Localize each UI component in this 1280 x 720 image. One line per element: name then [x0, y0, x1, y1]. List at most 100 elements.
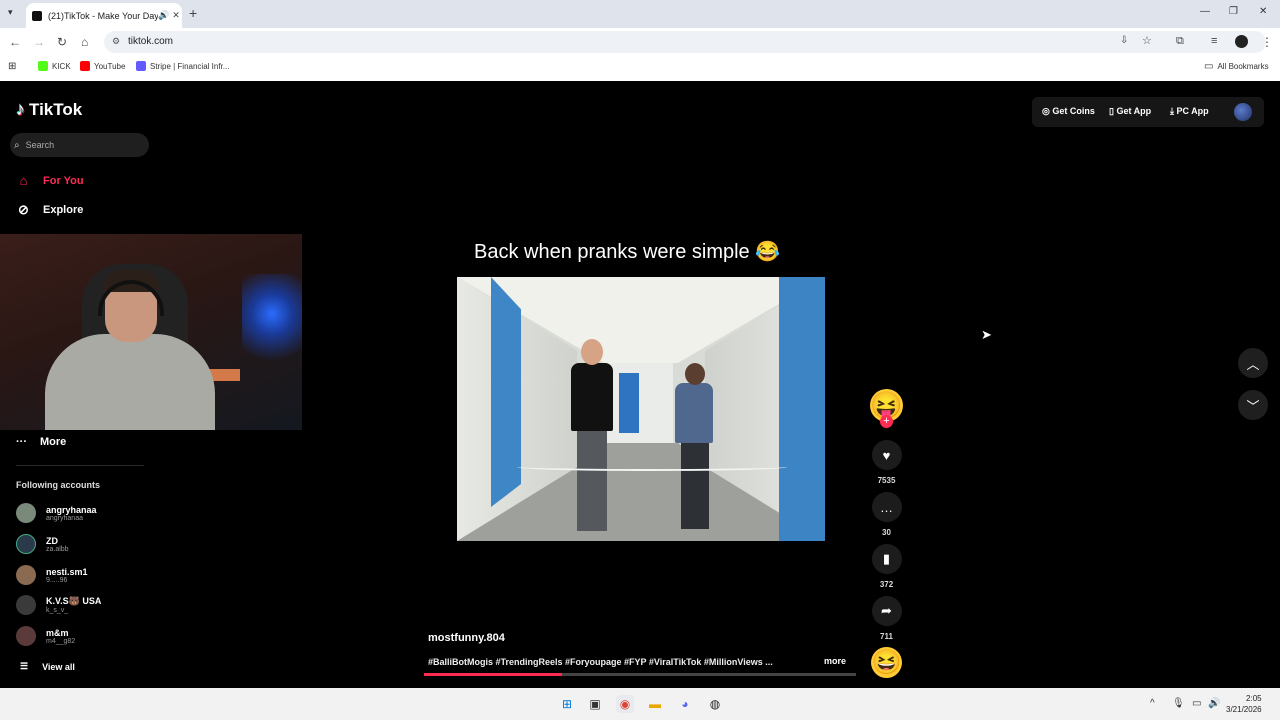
account-name: m&m — [46, 627, 69, 638]
network-icon[interactable]: ▭ — [1192, 698, 1201, 709]
search-icon: ⌕ — [14, 139, 20, 151]
account-username: 9.....96 — [46, 576, 68, 584]
video-caption: Back when pranks were simple 😂 — [474, 241, 781, 263]
account-name: ZD — [46, 535, 58, 546]
bookmark-star-icon[interactable]: ☆ — [1142, 34, 1152, 47]
following-item[interactable]: nesti.sm1 9.....96 — [16, 565, 88, 585]
video-author[interactable]: mostfunny.804 — [428, 632, 505, 644]
following-item[interactable]: m&m m4__g82 — [16, 626, 75, 646]
extensions-icon[interactable]: ⧉ — [1176, 35, 1184, 48]
comment-icon[interactable]: … — [871, 492, 902, 522]
sidebar-divider — [16, 465, 144, 466]
account-username: k_s_v_ — [46, 607, 69, 614]
save-count: 372 — [879, 580, 894, 589]
avatar — [16, 503, 36, 523]
account-username: za.albb — [46, 545, 69, 553]
nav-label: For You — [43, 174, 84, 187]
nav-for-you[interactable]: ⌂ For You — [16, 173, 84, 188]
save-action[interactable]: ▮ 372 — [870, 544, 903, 589]
url-text: tiktok.com — [128, 36, 174, 47]
discord-icon[interactable]: ◕ — [676, 695, 694, 713]
share-count: 711 — [880, 632, 893, 641]
logo-text: TikTok — [29, 99, 83, 119]
more-label: More — [40, 436, 67, 448]
nav-explore[interactable]: ⊘ Explore — [16, 202, 83, 218]
avatar — [16, 565, 36, 585]
browser-menu-icon[interactable]: ⋮ — [1261, 35, 1273, 49]
site-info-icon[interactable]: ⚙ — [112, 36, 120, 47]
obs-icon[interactable]: ◍ — [706, 695, 724, 713]
avatar — [16, 595, 36, 615]
task-view-icon[interactable]: ▣ — [586, 695, 604, 713]
tab-title: (21)TikTok - Make Your Day — [48, 10, 158, 21]
user-avatar[interactable] — [1234, 103, 1252, 121]
volume-icon[interactable]: 🔊 — [1208, 698, 1220, 709]
streamer-body — [45, 334, 215, 430]
tiktok-favicon-icon — [32, 10, 42, 21]
windows-start-icon[interactable]: ⊞ — [558, 695, 576, 713]
search-input[interactable]: ⌕ Search — [10, 133, 149, 157]
bookmark-label: Stripe | Financial Infr... — [150, 61, 230, 71]
tab-tiktok[interactable]: (21)TikTok - Make Your Day 🔊 ✕ — [26, 3, 182, 28]
install-app-icon[interactable]: ⇩ — [1120, 35, 1128, 46]
home-button[interactable]: ⌂ — [81, 35, 88, 49]
comment-action[interactable]: … 30 — [870, 492, 903, 537]
description-more-button[interactable]: more — [824, 656, 846, 666]
forward-button[interactable]: → — [33, 35, 45, 49]
following-item[interactable]: angryhanaa angryhanaa — [16, 503, 97, 523]
webcam-overlay — [0, 234, 302, 430]
system-clock[interactable]: 2:05 3/21/2026 — [1226, 693, 1262, 715]
nav-more[interactable]: ··· More — [16, 436, 66, 448]
apps-grid-icon[interactable]: ⊞ — [8, 61, 16, 72]
microphone-icon[interactable]: 🎙 — [1172, 698, 1185, 709]
following-item[interactable]: ZD za.albb — [16, 534, 69, 554]
home-icon: ⌂ — [19, 173, 28, 188]
minimize-button[interactable]: — — [1200, 6, 1210, 17]
tiktok-logo[interactable]: ♪ TikTok — [16, 99, 82, 120]
tray-overflow-icon[interactable]: ^ — [1150, 698, 1155, 709]
bookmark-kick[interactable]: KICK — [38, 61, 71, 71]
heart-icon[interactable]: ♥ — [871, 440, 902, 470]
stripe-icon — [136, 61, 146, 71]
all-bookmarks-button[interactable]: ▭ All Bookmarks — [1204, 61, 1269, 72]
new-tab-button[interactable]: + — [189, 5, 197, 21]
get-app-button[interactable]: ▯ Get App — [1109, 106, 1151, 117]
bookmark-youtube[interactable]: YouTube — [80, 61, 125, 71]
share-icon[interactable]: ➦ — [871, 596, 902, 626]
tab-search-icon[interactable]: ▾ — [8, 7, 13, 18]
music-disc-icon[interactable]: 😆 — [871, 647, 902, 678]
following-item[interactable]: K.V.S🐻 USA k_s_v_ — [16, 595, 101, 615]
profile-avatar[interactable] — [1235, 35, 1248, 48]
tab-close-icon[interactable]: ✕ — [170, 10, 182, 21]
video-progress-fill — [424, 673, 563, 676]
get-coins-button[interactable]: ◎ Get Coins — [1042, 106, 1095, 117]
chrome-icon[interactable]: ◉ — [616, 695, 634, 713]
account-username: m4__g82 — [46, 637, 76, 645]
next-video-button[interactable]: ﹀ — [1238, 390, 1268, 420]
blue-door-left — [491, 277, 521, 507]
view-all-label: View all — [42, 661, 75, 672]
video-player[interactable] — [457, 277, 825, 541]
like-action[interactable]: ♥ 7535 — [870, 440, 903, 485]
comment-count: 30 — [882, 528, 891, 537]
window-close-button[interactable]: ✕ — [1259, 6, 1267, 17]
mouse-cursor-icon: ➤ — [981, 327, 992, 342]
view-all-button[interactable]: ☰ View all — [20, 661, 75, 672]
restore-button[interactable]: ❐ — [1229, 6, 1238, 17]
pc-app-button[interactable]: ⤓ PC App — [1170, 106, 1209, 117]
media-controls-icon[interactable]: ≡ — [1211, 35, 1217, 47]
file-explorer-icon[interactable]: ▬ — [646, 695, 664, 713]
back-button[interactable]: ← — [9, 35, 21, 49]
share-action[interactable]: ➦ 711 — [870, 596, 903, 641]
speaker-icon[interactable]: 🔊 — [158, 10, 170, 21]
bookmark-stripe[interactable]: Stripe | Financial Infr... — [136, 61, 229, 71]
video-progress-bar[interactable] — [424, 673, 856, 676]
previous-video-button[interactable]: ︿ — [1238, 348, 1268, 378]
bookmark-label: YouTube — [94, 61, 126, 71]
video-hashtags[interactable]: #BalliBotMogis #TrendingReels #Foryoupag… — [428, 657, 773, 667]
address-bar[interactable]: ⚙ tiktok.com ⇩ ☆ — [104, 31, 1266, 53]
bookmark-icon[interactable]: ▮ — [871, 544, 902, 574]
reload-button[interactable]: ↻ — [57, 35, 67, 49]
follow-plus-icon[interactable]: + — [880, 415, 893, 428]
windows-taskbar: ⊞ ▣ ◉ ▬ ◕ ◍ ^ 🎙 ▭ 🔊 2:05 3/21/2026 — [0, 688, 1280, 720]
